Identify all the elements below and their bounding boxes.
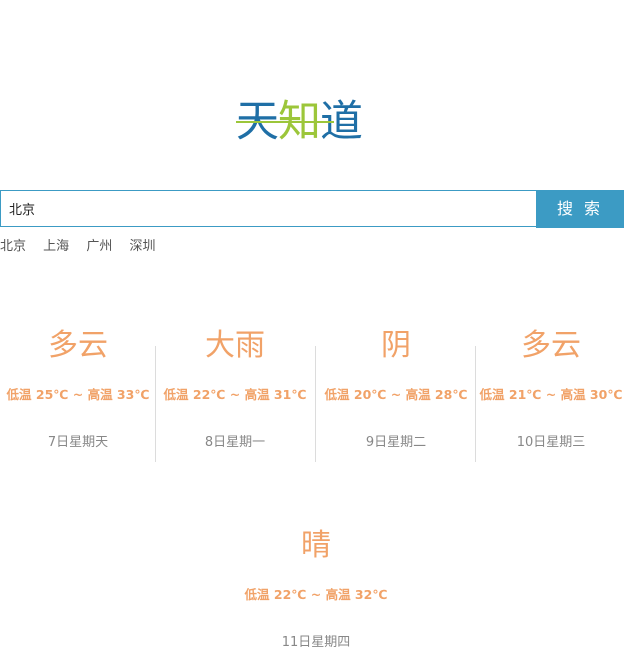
- weather-condition: 大雨: [205, 328, 265, 363]
- forecast-date: 10日星期三: [516, 435, 586, 450]
- search-button[interactable]: 搜 索: [536, 190, 624, 228]
- temperature-range: 低温 22℃ ~ 高温 32℃: [244, 587, 388, 602]
- forecast-row: 多云 低温 25℃ ~ 高温 33℃ 7日星期天 大雨 低温 22℃ ~ 高温 …: [0, 320, 624, 470]
- quick-link-beijing[interactable]: 北京: [0, 239, 26, 254]
- weather-condition: 多云: [48, 328, 108, 363]
- temperature-range: 低温 25℃ ~ 高温 33℃: [6, 387, 150, 402]
- weather-condition: 多云: [521, 328, 581, 363]
- forecast-day: 晴 低温 22℃ ~ 高温 32℃ 11日星期四: [238, 520, 394, 650]
- weather-condition: 晴: [301, 528, 331, 563]
- quick-link-guangzhou[interactable]: 广州: [86, 239, 112, 254]
- forecast-divider: [155, 346, 156, 462]
- forecast-day: 阴 低温 20℃ ~ 高温 28℃ 9日星期二: [318, 320, 474, 470]
- forecast-date: 11日星期四: [281, 635, 351, 650]
- forecast-day: 大雨 低温 22℃ ~ 高温 31℃ 8日星期一: [157, 320, 313, 470]
- forecast-day: 多云 低温 21℃ ~ 高温 30℃ 10日星期三: [478, 320, 624, 470]
- temperature-range: 低温 21℃ ~ 高温 30℃: [479, 387, 623, 402]
- quick-link-shanghai[interactable]: 上海: [43, 239, 69, 254]
- forecast-date: 7日星期天: [47, 435, 109, 450]
- weather-condition: 阴: [381, 328, 411, 363]
- forecast-day: 多云 低温 25℃ ~ 高温 33℃ 7日星期天: [0, 320, 156, 470]
- quick-link-shenzhen[interactable]: 深圳: [129, 239, 155, 254]
- forecast-date: 9日星期二: [365, 435, 427, 450]
- forecast-divider: [475, 346, 476, 462]
- forecast-date: 8日星期一: [204, 435, 266, 450]
- quick-city-links: 北京 上海 广州 深圳: [0, 235, 168, 254]
- city-search-input[interactable]: [0, 190, 536, 227]
- temperature-range: 低温 22℃ ~ 高温 31℃: [163, 387, 307, 402]
- logo-underline-decoration: [236, 121, 334, 123]
- weather-page: 天知道 搜 索 北京 上海 广州 深圳 多云 低温 25℃ ~ 高温 33℃ 7…: [0, 0, 624, 658]
- temperature-range: 低温 20℃ ~ 高温 28℃: [324, 387, 468, 402]
- forecast-divider: [315, 346, 316, 462]
